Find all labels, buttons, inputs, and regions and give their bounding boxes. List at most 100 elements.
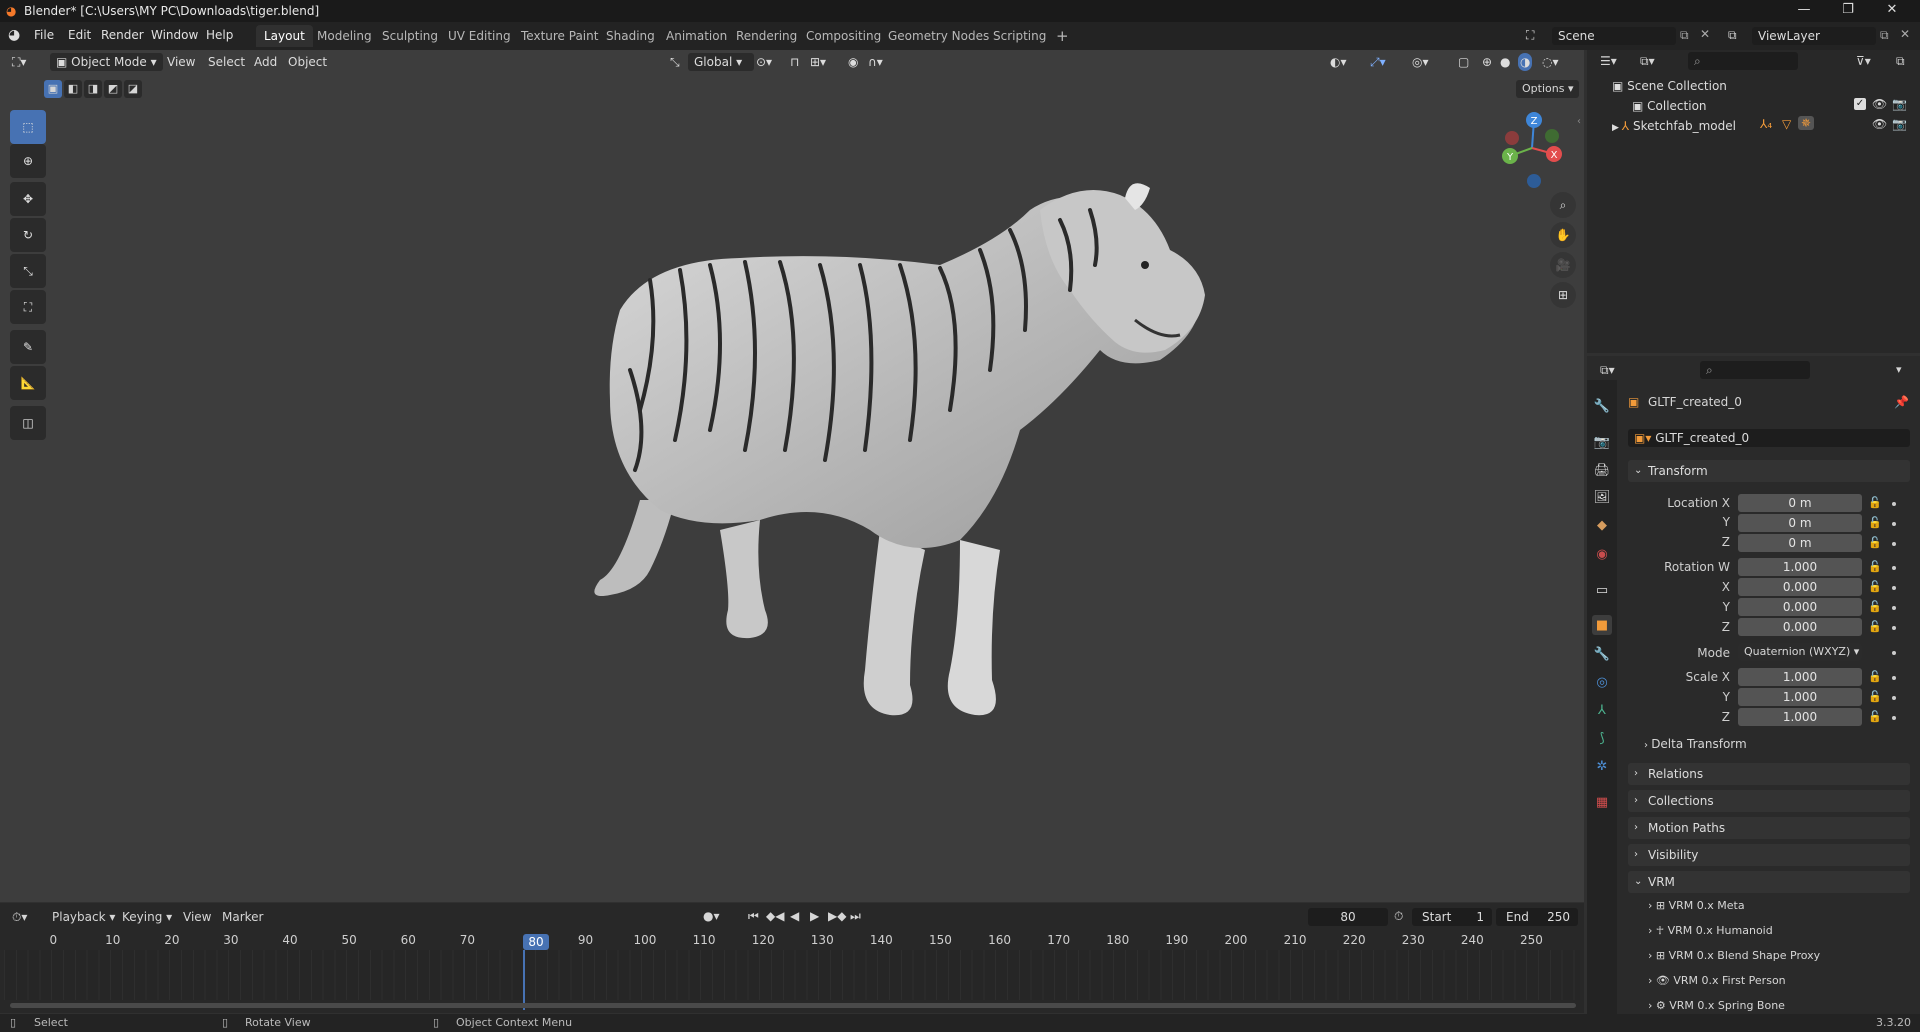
motion-paths-panel-header[interactable]: › Motion Paths: [1628, 817, 1910, 839]
collection-visibility-icon[interactable]: 👁: [1872, 97, 1887, 111]
snap-target-icon[interactable]: ⊞▾: [810, 53, 826, 71]
jump-keyframe-forward-icon[interactable]: ▶◆: [828, 909, 846, 923]
vrm-panel-header[interactable]: ⌄ VRM: [1628, 871, 1910, 893]
constraints-tab-icon[interactable]: ⅄: [1592, 700, 1612, 720]
scene-tab-icon[interactable]: ◆: [1592, 515, 1612, 535]
keyframe-dot-icon[interactable]: [1892, 626, 1896, 630]
solid-shading-icon[interactable]: ●: [1500, 53, 1510, 71]
modifier-tab-icon[interactable]: 🔧: [1592, 644, 1612, 664]
cursor-tool[interactable]: ⊕: [10, 144, 46, 178]
wireframe-shading-icon[interactable]: ⊕: [1482, 53, 1492, 71]
tab-rendering[interactable]: Rendering: [728, 25, 805, 47]
view-layer-tab-icon[interactable]: 🖼: [1592, 487, 1612, 507]
scale-tool[interactable]: ⤡: [10, 254, 46, 288]
properties-options-icon[interactable]: ▾: [1896, 363, 1902, 376]
play-icon[interactable]: ▶: [810, 909, 819, 923]
jump-keyframe-back-icon[interactable]: ◆◀: [766, 909, 784, 923]
tab-layout[interactable]: Layout: [256, 25, 313, 47]
outliner-scene-collection[interactable]: ▣ Scene Collection: [1612, 77, 1727, 95]
vrm-humanoid-item[interactable]: › ☥ VRM 0.x Humanoid: [1648, 924, 1773, 937]
visibility-panel-header[interactable]: › Visibility: [1628, 844, 1910, 866]
tab-shading[interactable]: Shading: [598, 25, 663, 47]
outliner-editor[interactable]: [1587, 50, 1920, 353]
transform-panel-header[interactable]: ⌄ Transform: [1628, 460, 1910, 482]
visibility-icon[interactable]: ◐▾: [1330, 53, 1347, 71]
pin-icon[interactable]: 📌: [1894, 395, 1909, 409]
transform-orientation-selector[interactable]: Global ▾: [688, 53, 754, 71]
lock-location-z-icon[interactable]: 🔓: [1868, 536, 1882, 549]
add-cube-tool[interactable]: ◫: [10, 406, 46, 440]
select-new-icon[interactable]: ▣: [44, 80, 62, 98]
editor-type-icon[interactable]: ⛶▾: [12, 53, 26, 71]
tiger-model[interactable]: [580, 170, 1220, 730]
view-layer-icon[interactable]: ⧉: [1728, 28, 1737, 43]
camera-view-button[interactable]: 🎥: [1550, 252, 1576, 278]
keyframe-dot-icon[interactable]: [1892, 522, 1896, 526]
tab-texture-paint[interactable]: Texture Paint: [513, 25, 606, 47]
lock-location-y-icon[interactable]: 🔓: [1868, 516, 1882, 529]
select-invert-icon[interactable]: ◩: [104, 80, 122, 98]
tab-geometry-nodes[interactable]: Geometry Nodes: [880, 25, 997, 47]
menu-edit[interactable]: Edit: [68, 28, 91, 42]
render-tab-icon[interactable]: 📷: [1592, 432, 1612, 452]
filter-icon[interactable]: ⊽▾: [1856, 54, 1871, 68]
play-reverse-icon[interactable]: ◀: [790, 909, 799, 923]
minimize-icon[interactable]: —: [1784, 2, 1824, 20]
options-dropdown[interactable]: Options ▾: [1516, 80, 1580, 98]
scale-z-field[interactable]: 1.000: [1738, 708, 1862, 726]
timeline-menu-view[interactable]: View: [183, 910, 211, 924]
new-view-layer-icon[interactable]: ⧉: [1880, 28, 1889, 43]
display-mode-icon[interactable]: ⧉▾: [1640, 54, 1655, 69]
gizmo-icon[interactable]: ⤢▾: [1370, 53, 1386, 71]
navigation-gizmo[interactable]: Z Y X: [1496, 108, 1568, 190]
keyframe-dot-icon[interactable]: [1892, 542, 1896, 546]
zoom-button[interactable]: ⌕: [1550, 192, 1576, 218]
select-box-tool[interactable]: ⬚: [10, 110, 46, 144]
auto-keying-icon[interactable]: ●▾: [703, 909, 720, 923]
mode-selector[interactable]: ▣ Object Mode ▾: [50, 53, 163, 71]
menu-file[interactable]: File: [34, 28, 54, 42]
location-z-field[interactable]: 0 m: [1738, 534, 1862, 552]
tool-tab-icon[interactable]: 🔧: [1592, 396, 1612, 416]
material-shading-icon[interactable]: ◑: [1518, 53, 1533, 71]
object-data-tab-icon[interactable]: ⟆: [1592, 728, 1612, 748]
keyframe-dot-icon[interactable]: [1892, 716, 1896, 720]
falloff-icon[interactable]: ∩▾: [868, 53, 883, 71]
rotation-y-field[interactable]: 0.000: [1738, 598, 1862, 616]
select-intersect-icon[interactable]: ◪: [124, 80, 142, 98]
add-workspace-icon[interactable]: +: [1048, 25, 1077, 47]
bone-tab-icon[interactable]: ✲: [1592, 756, 1612, 776]
keyframe-dot-icon[interactable]: [1892, 606, 1896, 610]
annotate-tool[interactable]: ✎: [10, 330, 46, 364]
object-tab-icon[interactable]: ■: [1592, 615, 1612, 635]
new-scene-icon[interactable]: ⧉: [1680, 28, 1689, 43]
delete-view-layer-icon[interactable]: ✕: [1900, 27, 1910, 41]
transform-tool[interactable]: ⛶: [10, 290, 46, 324]
neg-y-axis-handle[interactable]: [1545, 129, 1559, 143]
select-subtract-icon[interactable]: ◨: [84, 80, 102, 98]
tab-uv-editing[interactable]: UV Editing: [440, 25, 519, 47]
keyframe-dot-icon[interactable]: [1892, 502, 1896, 506]
view-layer-selector[interactable]: ViewLayer: [1752, 27, 1876, 45]
lock-rotation-z-icon[interactable]: 🔓: [1868, 620, 1882, 633]
vrm-blend-shape-item[interactable]: › ⊞ VRM 0.x Blend Shape Proxy: [1648, 949, 1820, 962]
timeline-editor-type-icon[interactable]: ⏱▾: [12, 910, 27, 925]
measure-tool[interactable]: 📐: [10, 366, 46, 400]
object-name-field[interactable]: ▣▾ GLTF_created_0: [1628, 429, 1910, 447]
collections-panel-header[interactable]: › Collections: [1628, 790, 1910, 812]
menu-render[interactable]: Render: [101, 28, 144, 42]
maximize-icon[interactable]: ❐: [1828, 2, 1868, 20]
tab-scripting[interactable]: Scripting: [985, 25, 1054, 47]
lock-scale-x-icon[interactable]: 🔓: [1868, 670, 1882, 683]
jump-start-icon[interactable]: ⏮: [748, 909, 759, 924]
rotation-z-field[interactable]: 0.000: [1738, 618, 1862, 636]
scale-y-field[interactable]: 1.000: [1738, 688, 1862, 706]
keyframe-dot-icon[interactable]: [1892, 586, 1896, 590]
stopwatch-icon[interactable]: ⏱: [1394, 909, 1403, 924]
rotation-x-field[interactable]: 0.000: [1738, 578, 1862, 596]
menu-window[interactable]: Window: [151, 28, 198, 42]
menu-help[interactable]: Help: [206, 28, 233, 42]
close-icon[interactable]: ✕: [1872, 2, 1912, 20]
viewport-menu-add[interactable]: Add: [254, 53, 277, 71]
neg-x-axis-handle[interactable]: [1505, 131, 1519, 145]
